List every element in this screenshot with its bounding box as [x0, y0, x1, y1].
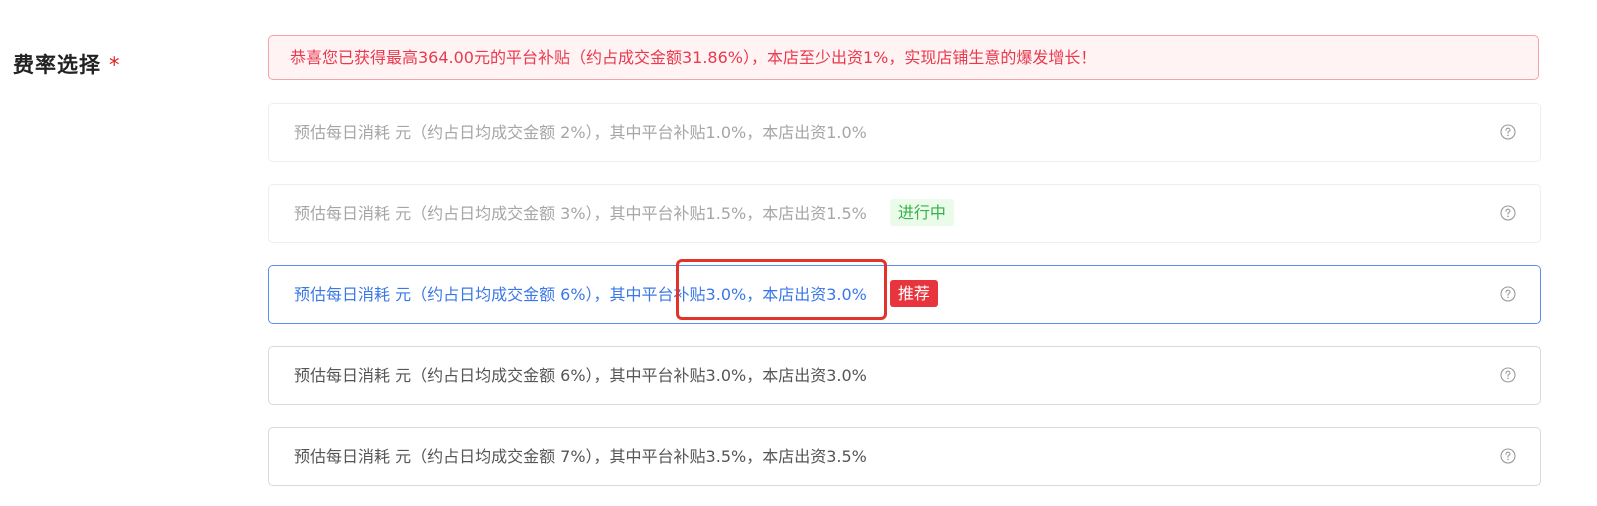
rate-option-text: 预估每日消耗 元（约占日均成交金额 2%），其中平台补贴1.0%，本店出资1.0…: [294, 123, 867, 142]
help-circle-icon[interactable]: [1500, 205, 1516, 221]
subsidy-notice-banner: 恭喜您已获得最高364.00元的平台补贴（约占成交金额31.86%），本店至少出…: [268, 35, 1539, 80]
fee-rate-label-text: 费率选择: [13, 53, 101, 77]
rate-option-text: 预估每日消耗 元（约占日均成交金额 6%），其中平台补贴3.0%，本店出资3.0…: [294, 285, 867, 304]
fee-rate-label: 费率选择 *: [13, 49, 121, 79]
rate-option-text: 预估每日消耗 元（约占日均成交金额 6%），其中平台补贴3.0%，本店出资3.0…: [294, 366, 867, 385]
help-circle-icon[interactable]: [1500, 367, 1516, 383]
recommend-badge: 推荐: [889, 280, 938, 307]
fee-rate-form: 费率选择 * 恭喜您已获得最高364.00元的平台补贴（约占成交金额31.86%）…: [0, 0, 1597, 506]
help-circle-icon[interactable]: [1500, 448, 1516, 464]
rate-option-text: 预估每日消耗 元（约占日均成交金额 3%），其中平台补贴1.5%，本店出资1.5…: [294, 204, 867, 223]
rate-option-4[interactable]: 预估每日消耗 元（约占日均成交金额 6%），其中平台补贴3.0%，本店出资3.0…: [268, 346, 1541, 405]
in-progress-badge: 进行中: [889, 199, 954, 226]
rate-option-5[interactable]: 预估每日消耗 元（约占日均成交金额 7%），其中平台补贴3.5%，本店出资3.5…: [268, 427, 1541, 486]
required-star: *: [109, 53, 121, 77]
help-circle-icon[interactable]: [1500, 124, 1516, 140]
rate-option-text: 预估每日消耗 元（约占日均成交金额 7%），其中平台补贴3.5%，本店出资3.5…: [294, 447, 867, 466]
help-circle-icon[interactable]: [1500, 286, 1516, 302]
subsidy-notice-text: 恭喜您已获得最高364.00元的平台补贴（约占成交金额31.86%），本店至少出…: [290, 48, 1097, 67]
rate-option-3[interactable]: 预估每日消耗 元（约占日均成交金额 6%），其中平台补贴3.0%，本店出资3.0…: [268, 265, 1541, 324]
rate-option-2[interactable]: 预估每日消耗 元（约占日均成交金额 3%），其中平台补贴1.5%，本店出资1.5…: [268, 184, 1541, 243]
rate-option-1[interactable]: 预估每日消耗 元（约占日均成交金额 2%），其中平台补贴1.0%，本店出资1.0…: [268, 103, 1541, 162]
